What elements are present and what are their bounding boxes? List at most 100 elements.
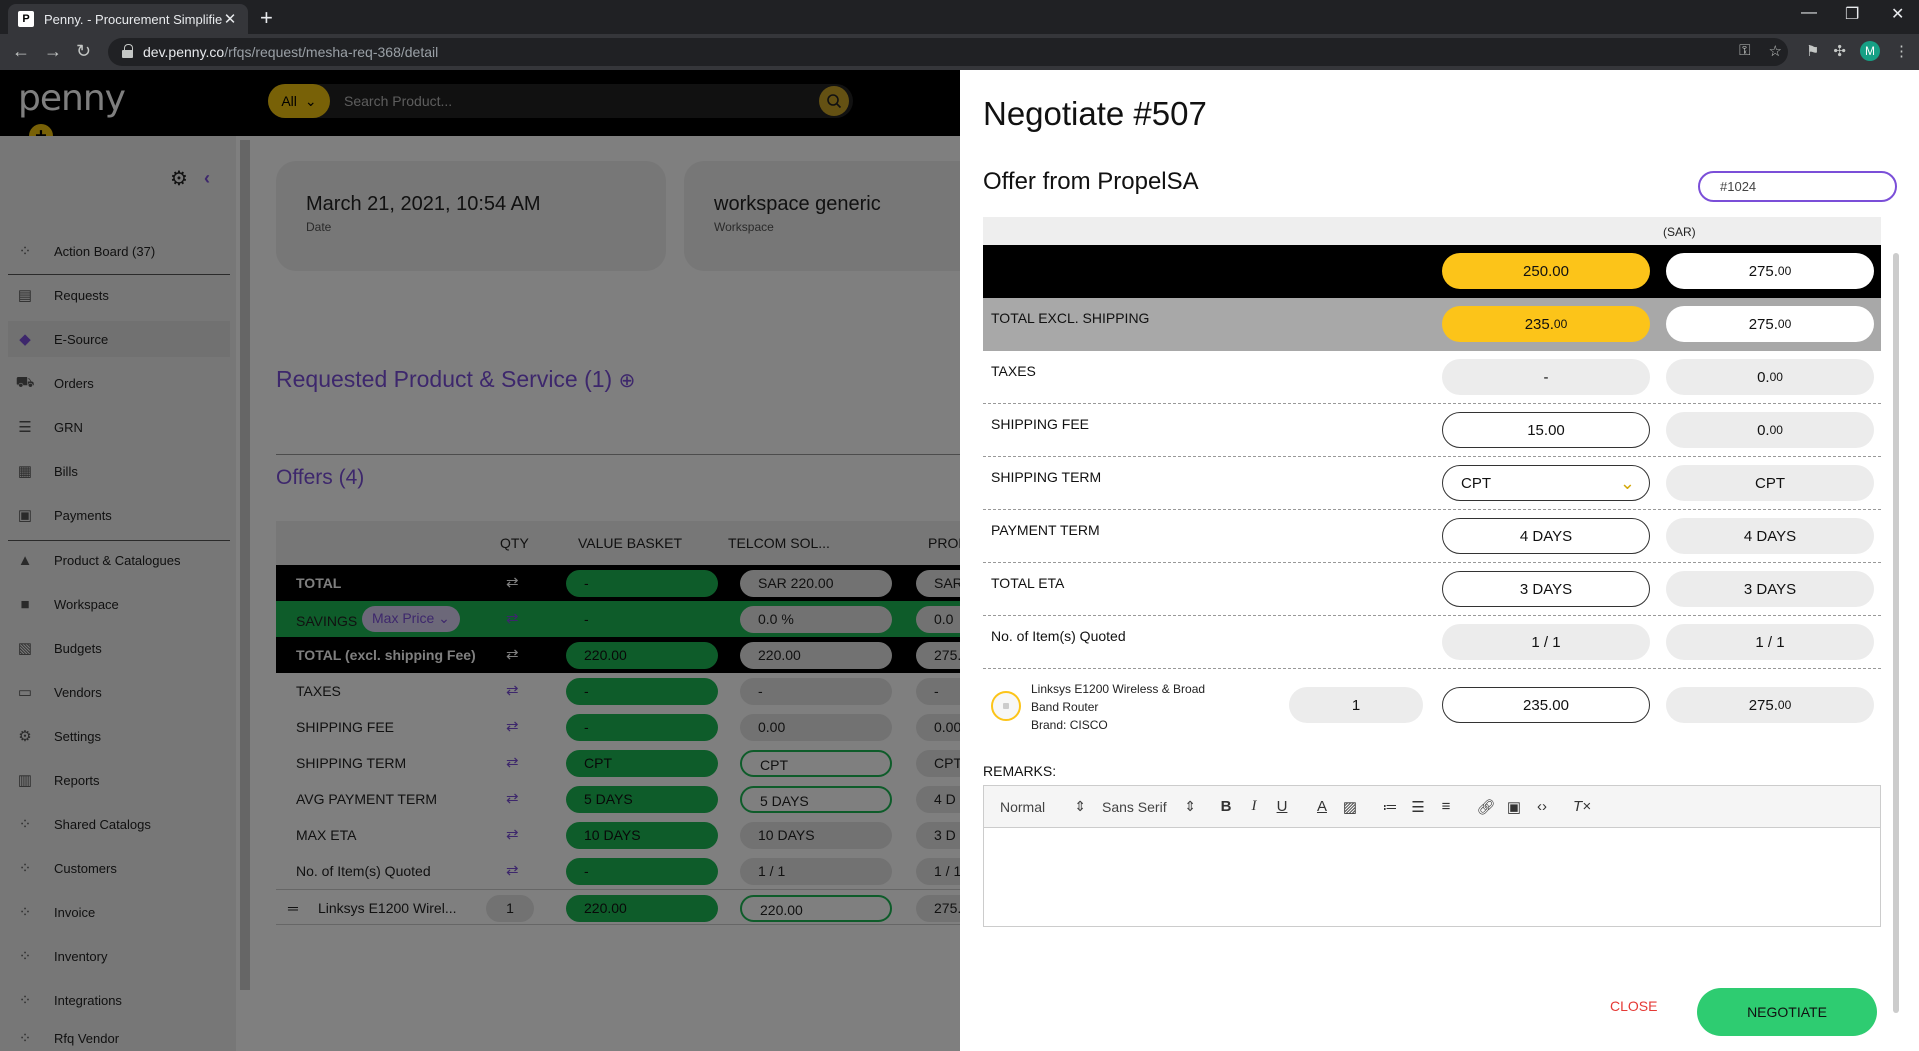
product-price-input[interactable]: 235.00 (1442, 687, 1650, 723)
value-dec: 00 (1769, 370, 1783, 384)
shipping-term-select[interactable]: CPT ⌄ (1442, 465, 1650, 501)
star-icon[interactable]: ☆ (1769, 42, 1782, 60)
url-path: /rfqs/request/mesha-req-368/detail (224, 44, 439, 60)
extension-badge-icon[interactable]: ⚑ (1806, 42, 1819, 60)
table-row: 250.00 275. 00 (983, 245, 1881, 298)
link-icon[interactable]: 🔗︎ (1472, 798, 1500, 816)
menu-dots-icon[interactable]: ⋮ (1894, 42, 1909, 60)
modal-overlay[interactable] (0, 70, 960, 1051)
penny-favicon-icon: P (18, 11, 34, 27)
offer-payment-term: 4 DAYS (1666, 518, 1874, 554)
value-dec: 00 (1777, 698, 1792, 712)
row-label: TOTAL EXCL. SHIPPING (991, 310, 1150, 326)
total-eta-input[interactable]: 3 DAYS (1442, 571, 1650, 607)
reload-icon[interactable]: ↻ (76, 41, 91, 62)
profile-avatar[interactable]: M (1860, 41, 1880, 61)
value-int: 0. (1757, 421, 1770, 439)
updown-icon: ⇕ (1184, 798, 1196, 814)
value-dec: 00 (1553, 317, 1568, 331)
close-button[interactable]: CLOSE (1610, 998, 1657, 1014)
bold-icon[interactable]: B (1212, 798, 1240, 815)
offer-taxes: 0. 00 (1666, 359, 1874, 395)
font-select[interactable]: Sans Serif ⇕ (1102, 798, 1196, 815)
clear-format-icon[interactable]: T× (1568, 798, 1596, 815)
minimize-icon[interactable]: — (1801, 4, 1817, 22)
remarks-editor: Normal ⇕ Sans Serif ⇕ B I U A ▨ ≔ ☰ ≡ 🔗︎ ▣… (983, 785, 1881, 927)
negotiate-button[interactable]: NEGOTIATE (1697, 988, 1877, 1036)
offer-shipping-term: CPT (1666, 465, 1874, 501)
negotiate-table-header: (SAR) (983, 217, 1881, 245)
lock-icon (122, 43, 133, 58)
bullet-list-icon[interactable]: ☰ (1404, 798, 1432, 816)
counter-taxes: - (1442, 359, 1650, 395)
italic-icon[interactable]: I (1240, 798, 1268, 815)
remarks-label: REMARKS: (983, 763, 1057, 779)
shipping-fee-input[interactable]: 15.00 (1442, 412, 1650, 448)
row-label: No. of Item(s) Quoted (991, 628, 1126, 644)
product-qty: 1 (1289, 687, 1423, 723)
product-row: Linksys E1200 Wireless & Broad Band Rout… (983, 670, 1881, 740)
value-int: 235. (1524, 315, 1554, 333)
offer-total-value: 275. 00 (1666, 253, 1874, 289)
row-label: SHIPPING FEE (991, 416, 1090, 432)
row-label: SHIPPING TERM (991, 469, 1102, 485)
table-row: No. of Item(s) Quoted 1 / 1 1 / 1 (983, 616, 1881, 669)
ordered-list-icon[interactable]: ≔ (1376, 798, 1404, 816)
code-icon[interactable]: ‹› (1528, 798, 1556, 815)
row-label: TOTAL ETA (991, 575, 1065, 591)
table-row: TAXES - 0. 00 (983, 351, 1881, 404)
row-label: PAYMENT TERM (991, 522, 1100, 538)
drawer-title: Negotiate #507 (983, 95, 1207, 132)
table-row: SHIPPING FEE 15.00 0. 00 (983, 404, 1881, 457)
negotiate-drawer: Negotiate #507 Offer from PropelSA (SAR)… (960, 70, 1919, 1051)
counter-total-input[interactable]: 250.00 (1442, 253, 1650, 289)
payment-term-input[interactable]: 4 DAYS (1442, 518, 1650, 554)
url-field[interactable]: dev.penny.co /rfqs/request/mesha-req-368… (108, 38, 1788, 66)
remarks-textarea[interactable] (984, 828, 1880, 926)
url-host: dev.penny.co (143, 44, 225, 60)
offer-subtitle: Offer from PropelSA (983, 168, 1199, 195)
product-brand: Brand: CISCO (1031, 718, 1108, 732)
counter-excl-shipping[interactable]: 235. 00 (1442, 306, 1650, 342)
browser-tab[interactable]: P Penny. - Procurement Simplified. ✕ (8, 4, 248, 34)
product-name-line: Linksys E1200 Wireless & Broad (1031, 682, 1206, 696)
text-color-icon[interactable]: A (1308, 798, 1336, 815)
shipping-term-value: CPT (1461, 474, 1491, 492)
updown-icon: ⇕ (1074, 798, 1086, 814)
chevron-down-icon: ⌄ (1619, 473, 1635, 493)
back-icon[interactable]: ← (12, 41, 30, 62)
format-select[interactable]: Normal ⇕ (1000, 798, 1086, 815)
reference-input[interactable] (1698, 171, 1897, 202)
value-int: 275. (1748, 315, 1778, 333)
format-value: Normal (1000, 798, 1046, 815)
align-icon[interactable]: ≡ (1432, 798, 1460, 815)
drawer-scrollbar[interactable] (1893, 253, 1899, 1013)
offer-items-quoted: 1 / 1 (1666, 624, 1874, 660)
key-icon[interactable]: ⚿ (1739, 42, 1750, 60)
forward-icon[interactable]: → (44, 41, 62, 62)
underline-icon[interactable]: U (1268, 798, 1296, 815)
new-tab-icon[interactable]: + (260, 5, 273, 31)
tab-close-icon[interactable]: ✕ (222, 10, 238, 28)
window-close-icon[interactable]: ✕ (1891, 4, 1904, 24)
counter-items-quoted: 1 / 1 (1442, 624, 1650, 660)
address-bar: ← → ↻ dev.penny.co /rfqs/request/mesha-r… (0, 34, 1919, 70)
editor-toolbar: Normal ⇕ Sans Serif ⇕ B I U A ▨ ≔ ☰ ≡ 🔗︎ ▣… (984, 786, 1880, 828)
restore-icon[interactable]: ❐ (1845, 4, 1859, 24)
font-value: Sans Serif (1102, 798, 1167, 815)
highlight-icon[interactable]: ▨ (1336, 798, 1364, 816)
puzzle-icon[interactable]: ✣ (1833, 42, 1846, 60)
offer-product-price: 275. 00 (1666, 687, 1874, 723)
table-row: TOTAL EXCL. SHIPPING 235. 00 275. 00 (983, 298, 1881, 351)
value-dec: 00 (1777, 264, 1792, 278)
product-image-icon (991, 691, 1021, 721)
tab-title: Penny. - Procurement Simplified. (44, 11, 222, 27)
table-row: PAYMENT TERM 4 DAYS 4 DAYS (983, 510, 1881, 563)
value-int: 275. (1748, 696, 1778, 714)
currency-label: (SAR) (1663, 225, 1696, 239)
product-name-line: Band Router (1031, 700, 1099, 714)
value-dec: 00 (1769, 423, 1783, 437)
product-name: Linksys E1200 Wireless & Broad Band Rout… (1031, 680, 1221, 734)
offer-shipping-fee: 0. 00 (1666, 412, 1874, 448)
image-icon[interactable]: ▣ (1500, 798, 1528, 816)
